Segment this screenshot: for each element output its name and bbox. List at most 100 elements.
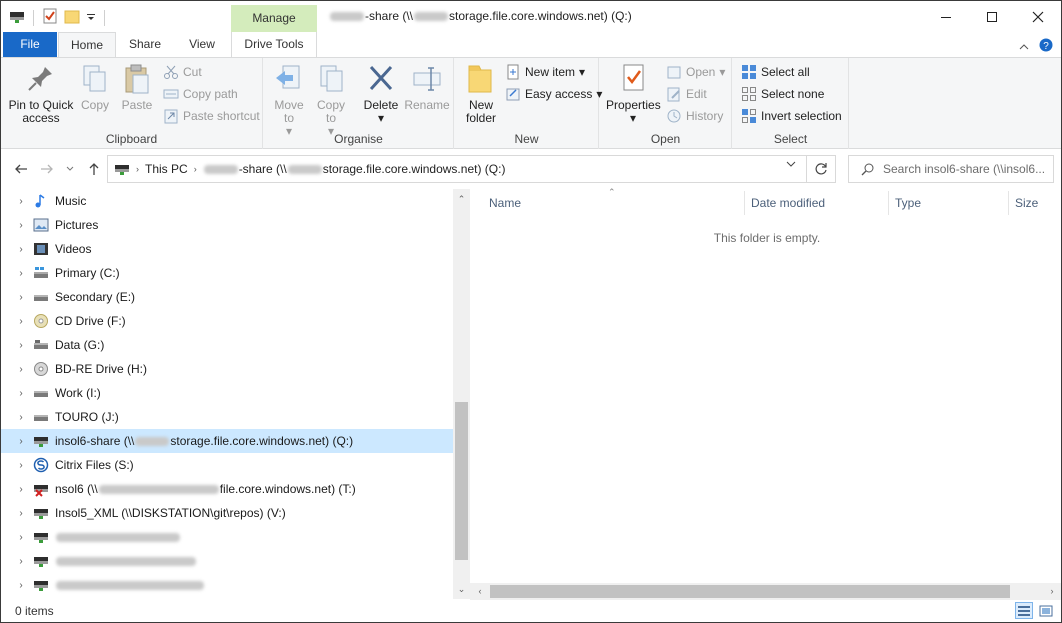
maximize-button[interactable] bbox=[969, 1, 1015, 32]
edit-icon bbox=[667, 87, 680, 102]
column-header-size[interactable]: Size bbox=[1015, 189, 1038, 217]
svg-text:?: ? bbox=[1043, 41, 1049, 52]
select-none-button[interactable]: Select none bbox=[741, 84, 824, 104]
drive-icon bbox=[34, 391, 48, 397]
pin-icon bbox=[28, 67, 52, 91]
tab-file[interactable]: File bbox=[3, 32, 57, 57]
close-button[interactable] bbox=[1015, 1, 1061, 32]
large-icons-view-button[interactable] bbox=[1037, 602, 1055, 619]
new-folder-button[interactable]: New folder bbox=[461, 62, 501, 125]
music-icon bbox=[35, 194, 45, 208]
nav-item-redacted[interactable]: › bbox=[1, 573, 453, 597]
nav-item-citrix-files-s[interactable]: › Citrix Files (S:) bbox=[1, 453, 453, 477]
expand-chevron-icon: › bbox=[19, 507, 23, 519]
paste-shortcut-icon bbox=[164, 109, 178, 124]
nav-item-primary-c[interactable]: › Primary (C:) bbox=[1, 261, 453, 285]
nav-item-data-g[interactable]: › Data (G:) bbox=[1, 333, 453, 357]
minimize-button[interactable] bbox=[923, 1, 969, 32]
tab-home[interactable]: Home bbox=[58, 32, 116, 57]
breadcrumb-current[interactable]: -share (\\ storage.file.core.windows.net)… bbox=[203, 162, 505, 176]
paste-button[interactable]: Paste bbox=[119, 62, 155, 112]
open-button[interactable]: Open ▾ bbox=[666, 62, 725, 82]
expand-ribbon-icon[interactable] bbox=[1019, 40, 1029, 54]
details-view-button[interactable] bbox=[1015, 602, 1033, 619]
refresh-button[interactable] bbox=[807, 155, 836, 183]
new-folder-qat-icon[interactable] bbox=[64, 8, 80, 27]
nav-item-redacted[interactable]: › bbox=[1, 525, 453, 549]
large-icons-view-icon bbox=[1039, 605, 1053, 616]
copy-button[interactable]: Copy bbox=[79, 62, 111, 112]
scroll-up-icon: ⌃ bbox=[457, 194, 466, 204]
nav-item-bd-re-drive-h[interactable]: › BD-RE Drive (H:) bbox=[1, 357, 453, 381]
chevron-down-icon bbox=[786, 161, 796, 167]
tab-share[interactable]: Share bbox=[121, 32, 169, 57]
open-group: Properties ▾ Open ▾ Edit History Open bbox=[600, 58, 732, 149]
search-placeholder: Search insol6-share (\\insol6... bbox=[883, 162, 1046, 176]
rename-button[interactable]: Rename bbox=[404, 62, 450, 112]
new-item-button[interactable]: New item ▾ bbox=[505, 62, 585, 82]
breadcrumb-separator[interactable]: › bbox=[136, 164, 139, 174]
nav-item-insol6-share-q[interactable]: › insol6-share (\\ storage.file.core.wind… bbox=[1, 429, 453, 453]
nav-item-nsol6-t[interactable]: › nsol6 (\\ file.core.windows.net) (T:) bbox=[1, 477, 453, 501]
ribbon-tabs: File Home Share View Drive Tools ? bbox=[1, 32, 1061, 57]
nav-item-secondary-e[interactable]: › Secondary (E:) bbox=[1, 285, 453, 309]
properties-button[interactable]: Properties ▾ bbox=[606, 62, 661, 125]
breadcrumb-separator[interactable]: › bbox=[194, 164, 197, 174]
invert-selection-icon bbox=[742, 109, 756, 123]
nav-item-touro-j[interactable]: › TOURO (J:) bbox=[1, 405, 453, 429]
status-bar: 0 items bbox=[1, 600, 1061, 622]
history-button[interactable]: History bbox=[666, 106, 723, 126]
column-header-date-modified[interactable]: Date modified bbox=[751, 189, 825, 217]
file-list-pane[interactable]: ⌃ Name Date modified Type Size This fold… bbox=[470, 187, 1061, 583]
tab-view[interactable]: View bbox=[179, 32, 225, 57]
address-dropdown-button[interactable] bbox=[783, 159, 799, 175]
nav-item-pictures[interactable]: › Pictures bbox=[1, 213, 453, 237]
pin-to-quick-access-button[interactable]: Pin to Quick access bbox=[5, 62, 77, 125]
nav-item-cd-drive-f[interactable]: › CD Drive (F:) bbox=[1, 309, 453, 333]
cut-button[interactable]: Cut bbox=[163, 62, 202, 82]
invert-selection-button[interactable]: Invert selection bbox=[741, 106, 842, 126]
nav-vertical-scrollbar[interactable]: ⌃ ⌄ bbox=[453, 189, 470, 599]
delete-button[interactable]: Delete ▾ bbox=[362, 62, 400, 125]
open-icon bbox=[667, 66, 681, 79]
select-all-button[interactable]: Select all bbox=[741, 62, 810, 82]
nav-item-work-i[interactable]: › Work (I:) bbox=[1, 381, 453, 405]
content-horizontal-scrollbar[interactable]: ‹ › bbox=[470, 583, 1061, 600]
select-all-icon bbox=[742, 65, 756, 79]
tab-drive-tools[interactable]: Drive Tools bbox=[231, 32, 317, 57]
nav-item-redacted[interactable]: › bbox=[1, 549, 453, 573]
up-button[interactable] bbox=[85, 161, 103, 177]
column-header-name[interactable]: Name bbox=[489, 189, 521, 217]
address-bar[interactable]: › This PC › -share (\\ storage.file.core.… bbox=[107, 155, 807, 183]
paste-shortcut-button[interactable]: Paste shortcut bbox=[163, 106, 260, 126]
help-icon[interactable]: ? bbox=[1039, 38, 1053, 55]
easy-access-button[interactable]: Easy access ▾ bbox=[505, 84, 602, 104]
drive-app-icon[interactable] bbox=[9, 8, 25, 27]
recent-locations-button[interactable] bbox=[61, 161, 79, 177]
column-header-type[interactable]: Type bbox=[895, 189, 921, 217]
edit-button[interactable]: Edit bbox=[666, 84, 707, 104]
breadcrumb-this-pc[interactable]: This PC bbox=[145, 162, 188, 176]
scrollbar-thumb[interactable] bbox=[490, 585, 1010, 598]
copy-icon bbox=[83, 65, 106, 92]
back-arrow-icon bbox=[15, 164, 27, 174]
scrollbar-thumb[interactable] bbox=[455, 402, 468, 560]
network-drive-icon bbox=[34, 509, 48, 519]
navigation-bar: › This PC › -share (\\ storage.file.core.… bbox=[1, 149, 1061, 189]
properties-qat-icon[interactable] bbox=[42, 8, 58, 27]
expand-chevron-icon: › bbox=[19, 531, 23, 543]
expand-chevron-icon: › bbox=[19, 579, 23, 591]
nav-item-music[interactable]: › Music bbox=[1, 189, 453, 213]
copy-to-button[interactable]: Copy to ▾ bbox=[314, 62, 348, 138]
nav-item-videos[interactable]: › Videos bbox=[1, 237, 453, 261]
new-item-icon bbox=[507, 64, 519, 80]
back-button[interactable] bbox=[12, 161, 30, 177]
copy-path-button[interactable]: Copy path bbox=[163, 84, 238, 104]
customize-qat-icon[interactable] bbox=[86, 8, 96, 27]
manage-contextual-tab[interactable]: Manage bbox=[231, 5, 317, 32]
forward-button[interactable] bbox=[38, 161, 56, 177]
scroll-right-icon: › bbox=[1050, 586, 1054, 596]
search-input[interactable]: Search insol6-share (\\insol6... bbox=[848, 155, 1054, 183]
nav-item-insol5-xml-v[interactable]: › Insol5_XML (\\DISKSTATION\git\repos) (… bbox=[1, 501, 453, 525]
move-to-button[interactable]: Move to ▾ bbox=[272, 62, 306, 138]
